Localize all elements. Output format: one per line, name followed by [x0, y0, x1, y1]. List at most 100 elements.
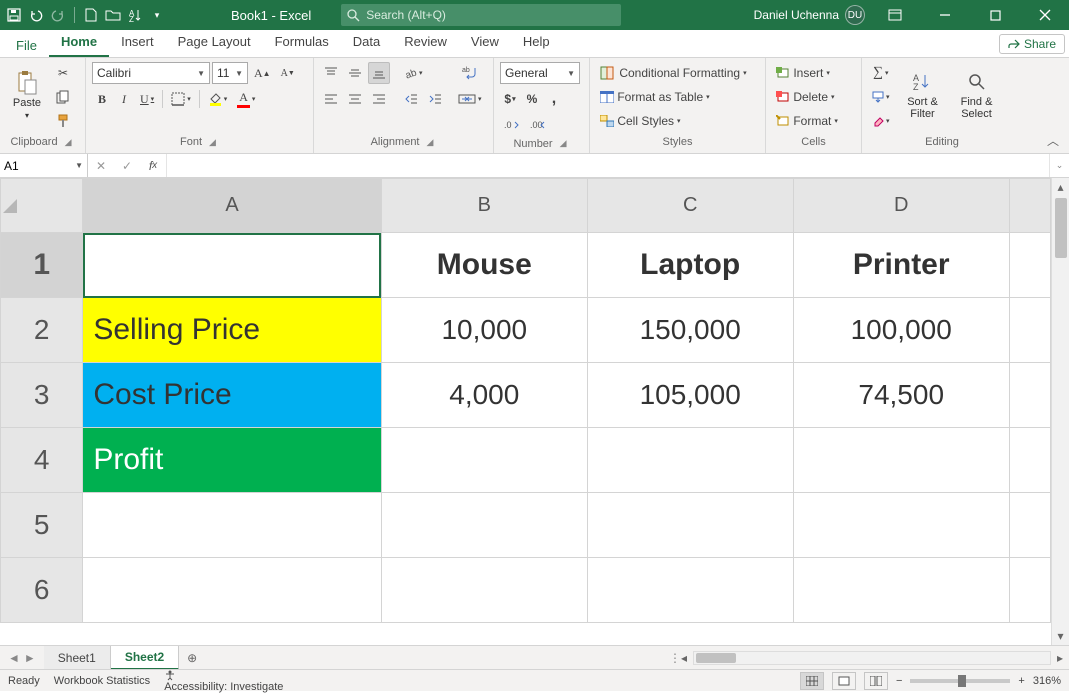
vertical-scrollbar[interactable]: ▴ ▾ — [1051, 178, 1069, 645]
redo-icon[interactable] — [50, 7, 66, 23]
cell-C3[interactable]: 105,000 — [587, 363, 793, 428]
page-layout-view-button[interactable] — [832, 672, 856, 690]
conditional-formatting-button[interactable]: Conditional Formatting▾ — [596, 62, 760, 84]
font-name-combo[interactable]: Calibri▼ — [92, 62, 210, 84]
zoom-in-button[interactable]: + — [1018, 675, 1024, 687]
increase-font-button[interactable]: A▲ — [250, 62, 275, 84]
scroll-thumb[interactable] — [1055, 198, 1067, 258]
cell-C5[interactable] — [587, 493, 793, 558]
new-file-icon[interactable] — [83, 7, 99, 23]
align-bottom-button[interactable] — [368, 62, 390, 84]
sort-icon[interactable]: AZ — [127, 7, 143, 23]
format-as-table-button[interactable]: Format as Table▾ — [596, 86, 760, 108]
cell-B1[interactable]: Mouse — [381, 233, 587, 298]
number-format-combo[interactable]: General▼ — [500, 62, 580, 84]
comma-format-button[interactable]: , — [544, 88, 564, 110]
accounting-format-button[interactable]: $▾ — [500, 88, 520, 110]
chevron-down-icon[interactable]: ▼ — [75, 161, 83, 170]
search-input[interactable] — [366, 8, 615, 22]
zoom-knob[interactable] — [958, 675, 966, 687]
cell-extra-1[interactable] — [1009, 233, 1050, 298]
align-center-button[interactable] — [344, 88, 366, 110]
row-header-5[interactable]: 5 — [1, 493, 83, 558]
cell-A6[interactable] — [83, 558, 382, 623]
italic-button[interactable]: I — [114, 88, 134, 110]
prev-sheet-button[interactable]: ◄ — [8, 651, 20, 665]
row-header-1[interactable]: 1 — [1, 233, 83, 298]
cell-C4[interactable] — [587, 428, 793, 493]
open-folder-icon[interactable] — [105, 7, 121, 23]
cell-D6[interactable] — [793, 558, 1009, 623]
merge-center-button[interactable]: ▾ — [454, 88, 486, 110]
font-size-combo[interactable]: 11▼ — [212, 62, 248, 84]
scroll-right-icon[interactable]: ▸ — [1051, 651, 1069, 665]
sheet-tab-1[interactable]: Sheet1 — [44, 646, 111, 670]
sort-filter-button[interactable]: AZ Sort & Filter — [898, 62, 948, 128]
underline-button[interactable]: U▾ — [136, 88, 158, 110]
undo-icon[interactable] — [28, 7, 44, 23]
cell-A4[interactable]: Profit — [83, 428, 382, 493]
tab-insert[interactable]: Insert — [109, 30, 166, 57]
decrease-decimal-button[interactable]: .00 — [526, 114, 550, 136]
tab-home[interactable]: Home — [49, 30, 109, 57]
col-header-extra[interactable] — [1009, 179, 1050, 233]
row-header-2[interactable]: 2 — [1, 298, 83, 363]
col-header-D[interactable]: D — [793, 179, 1009, 233]
tab-help[interactable]: Help — [511, 30, 562, 57]
horizontal-scrollbar[interactable]: ⋮ ◂ ▸ — [669, 646, 1069, 669]
clear-button[interactable]: ▾ — [868, 110, 894, 132]
enter-formula-button[interactable]: ✓ — [114, 155, 140, 177]
spreadsheet-grid[interactable]: A B C D 1 Mouse Laptop Printer 2 Selling… — [0, 178, 1051, 623]
tab-view[interactable]: View — [459, 30, 511, 57]
cell-C2[interactable]: 150,000 — [587, 298, 793, 363]
decrease-font-button[interactable]: A▼ — [277, 62, 299, 84]
formula-input[interactable] — [167, 154, 1049, 177]
align-top-button[interactable] — [320, 62, 342, 84]
expand-formula-bar-button[interactable]: ⌄ — [1049, 154, 1069, 177]
align-right-button[interactable] — [368, 88, 390, 110]
fill-color-button[interactable]: ▾ — [204, 88, 232, 110]
cell-A2[interactable]: Selling Price — [83, 298, 382, 363]
cell-B6[interactable] — [381, 558, 587, 623]
close-button[interactable] — [1025, 0, 1065, 30]
tab-review[interactable]: Review — [392, 30, 459, 57]
cell-extra-2[interactable] — [1009, 298, 1050, 363]
cell-D2[interactable]: 100,000 — [793, 298, 1009, 363]
scroll-left-icon[interactable]: ◂ — [675, 651, 693, 665]
bold-button[interactable]: B — [92, 88, 112, 110]
cell-D1[interactable]: Printer — [793, 233, 1009, 298]
font-color-button[interactable]: A▾ — [233, 88, 259, 110]
tab-file[interactable]: File — [4, 34, 49, 57]
accessibility-button[interactable]: Accessibility: Investigate — [164, 669, 283, 693]
next-sheet-button[interactable]: ► — [24, 651, 36, 665]
col-header-C[interactable]: C — [587, 179, 793, 233]
row-header-4[interactable]: 4 — [1, 428, 83, 493]
name-box-input[interactable] — [4, 159, 64, 173]
autosum-button[interactable]: ∑▾ — [868, 62, 894, 84]
cell-D5[interactable] — [793, 493, 1009, 558]
borders-button[interactable]: ▾ — [167, 88, 195, 110]
select-all-corner[interactable] — [1, 179, 83, 233]
increase-indent-button[interactable] — [424, 88, 446, 110]
new-sheet-button[interactable]: ⊕ — [179, 651, 205, 665]
collapse-ribbon-button[interactable]: ︿ — [1041, 130, 1065, 151]
user-account[interactable]: Daniel Uchenna DU — [754, 5, 865, 25]
delete-cells-button[interactable]: Delete▾ — [772, 86, 856, 108]
orientation-button[interactable]: ab▾ — [400, 62, 427, 84]
maximize-button[interactable] — [975, 0, 1015, 30]
font-launcher[interactable]: ◢ — [206, 136, 219, 149]
qat-more-icon[interactable]: ▾ — [149, 7, 165, 23]
cell-A5[interactable] — [83, 493, 382, 558]
alignment-launcher[interactable]: ◢ — [424, 136, 437, 149]
zoom-level[interactable]: 316% — [1033, 675, 1061, 687]
cell-extra-4[interactable] — [1009, 428, 1050, 493]
cut-button[interactable]: ✂ — [52, 62, 74, 84]
cell-B4[interactable] — [381, 428, 587, 493]
name-box[interactable]: ▼ — [0, 154, 88, 177]
cell-B3[interactable]: 4,000 — [381, 363, 587, 428]
cell-D4[interactable] — [793, 428, 1009, 493]
share-button[interactable]: Share — [999, 34, 1065, 54]
cell-styles-button[interactable]: Cell Styles▾ — [596, 110, 760, 132]
paste-button[interactable]: Paste ▾ — [6, 62, 48, 128]
scroll-up-icon[interactable]: ▴ — [1052, 178, 1069, 196]
